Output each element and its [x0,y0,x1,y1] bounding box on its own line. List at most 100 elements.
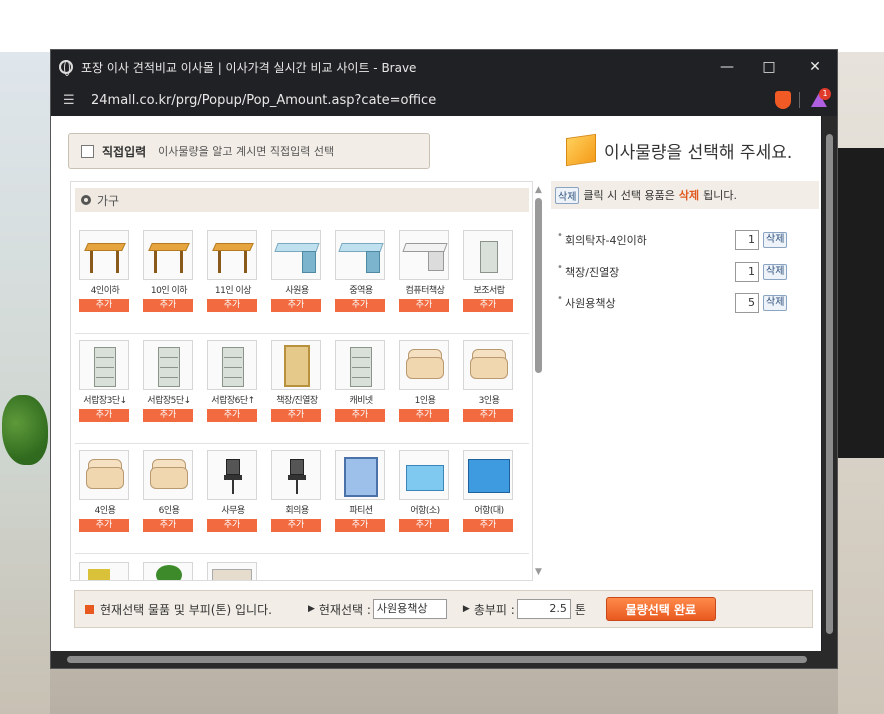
furniture-item-name: 11인 이상 [214,286,252,296]
add-button[interactable]: 추가 [79,409,129,422]
add-button[interactable]: 추가 [207,409,257,422]
add-button[interactable]: 추가 [271,409,321,422]
background-plant-image [2,395,48,465]
maximize-button[interactable]: □ [755,56,783,78]
bullet-icon: • [557,230,563,241]
add-button[interactable]: 추가 [143,519,193,532]
add-button[interactable]: 추가 [335,409,385,422]
sofa-icon [463,340,513,390]
selected-item-row: • 회의탁자-4인이하 1 삭제 [557,230,819,250]
furniture-item-partial [79,562,131,580]
triangle-bullet-icon: ▶ [462,604,470,614]
office-chair-icon [207,450,257,500]
volume-unit: 톤 [574,602,586,617]
list-scroll-up-arrow[interactable]: ▲ [535,185,542,195]
category-label: 가구 [97,193,120,208]
furniture-item-partial [143,562,195,580]
add-button[interactable]: 추가 [335,299,385,312]
direct-input-label: 직접입력 [102,144,147,159]
hint-text: 클릭 시 선택 용품은 [583,189,675,202]
complete-selection-button[interactable]: 물량선택 완료 [605,597,716,621]
selection-hint: 삭제 클릭 시 선택 용품은 삭제 됩니다. [551,181,819,209]
horizontal-scroll-thumb[interactable] [67,656,807,663]
window-horizontal-scrollbar[interactable] [51,651,837,668]
add-button[interactable]: 추가 [463,519,513,532]
add-button[interactable]: 추가 [399,519,449,532]
brave-shields-icon[interactable] [775,91,791,109]
current-selection-field[interactable]: 사원용책상 [372,599,447,619]
partition-icon [335,450,385,500]
popup-content: 직접입력 이사물량을 알고 계시면 직접입력 선택 이사물량을 선택해 주세요.… [51,116,821,651]
sofa-icon [143,450,193,500]
furniture-item-name: 어항(소) [410,506,440,516]
total-volume-field[interactable]: 2.5 [516,599,571,619]
furniture-item: 어항(대) 추가 [463,450,515,532]
window-vertical-scrollbar[interactable] [822,116,837,651]
furniture-item-name: 책장/진열장 [276,396,318,406]
selected-items-panel: 삭제 클릭 시 선택 용품은 삭제 됩니다. • 회의탁자-4인이하 1 삭제 • 책장/… [551,181,819,581]
category-header: 가구 [75,188,529,212]
furniture-item: 1인용 추가 [399,340,451,422]
furniture-item-name: 중역용 [349,286,373,296]
delete-button[interactable]: 삭제 [763,232,788,248]
add-button[interactable]: 추가 [271,519,321,532]
delete-button[interactable]: 삭제 [763,264,788,280]
selected-item-name: 책장/진열장 [565,266,620,279]
url-field[interactable]: 24mall.co.kr/prg/Popup/Pop_Amount.asp?ca… [91,93,436,108]
furniture-item-name: 서랍장3단↓ [83,396,127,406]
background-header [0,0,884,52]
add-button[interactable]: 추가 [79,519,129,532]
close-button[interactable]: ✕ [801,56,829,78]
selected-item-row: • 책장/진열장 1 삭제 [557,262,819,282]
arrow-bullet-icon [85,604,94,614]
quantity-field[interactable]: 5 [735,293,759,313]
add-button[interactable]: 추가 [271,299,321,312]
plant-icon [143,562,193,580]
furniture-item-name: 캐비넷 [349,396,373,406]
quantity-field[interactable]: 1 [735,230,759,250]
box-icon [566,133,596,167]
add-button[interactable]: 추가 [207,299,257,312]
furniture-item: 회의용추가 [271,450,323,532]
furniture-item-name: 회의용 [285,506,309,516]
furniture-item-name: 6인용 [158,506,180,516]
furniture-item-name: 서랍장5단↓ [147,396,191,406]
category-radio[interactable] [81,195,91,205]
cabinet-icon [143,340,193,390]
background-left-panel [0,52,50,714]
furniture-item-name: 10인 이하 [150,286,188,296]
sofa-icon [399,340,449,390]
add-button[interactable]: 추가 [79,299,129,312]
add-button[interactable]: 추가 [463,299,513,312]
furniture-item: 파티션 추가 [335,450,387,532]
site-settings-icon[interactable]: ☰ [63,93,77,108]
hint-end: 됩니다. [703,189,737,202]
furniture-item: 책장/진열장추가 [271,340,323,422]
furniture-item-name: 4인용 [94,506,116,516]
sofa-icon [79,450,129,500]
furniture-item: 서랍장6단↑ 추가 [207,340,259,422]
add-button[interactable]: 추가 [143,409,193,422]
add-button[interactable]: 추가 [143,299,193,312]
quantity-field[interactable]: 1 [735,262,759,282]
list-scroll-down-arrow[interactable]: ▼ [535,567,542,577]
add-button[interactable]: 추가 [399,299,449,312]
list-scrollbar[interactable] [535,198,542,373]
box-icon [207,562,257,580]
globe-icon [59,60,73,76]
title-bar[interactable]: 포장 이사 견적비교 이사몰 | 이사가격 실시간 비교 사이트 - Brave… [51,50,837,84]
delete-button[interactable]: 삭제 [763,295,788,311]
furniture-row: 4인이하 추가 10인 이하 추가 11인 이상 추가 사원용 추가 중역용 추가 컴퓨터책상 추가 보… [75,224,529,334]
add-button[interactable]: 추가 [463,409,513,422]
fish-tank-small-icon [399,450,449,500]
direct-input-checkbox[interactable] [81,144,94,158]
minimize-button[interactable]: — [713,56,741,78]
add-button[interactable]: 추가 [207,519,257,532]
table-icon [79,230,129,280]
add-button[interactable]: 추가 [399,409,449,422]
furniture-item-name: 사원용 [285,286,309,296]
add-button[interactable]: 추가 [335,519,385,532]
page-header: 이사물량을 선택해 주세요. [566,133,792,167]
furniture-item: 사무용 추가 [207,450,259,532]
vertical-scroll-thumb[interactable] [826,134,833,634]
